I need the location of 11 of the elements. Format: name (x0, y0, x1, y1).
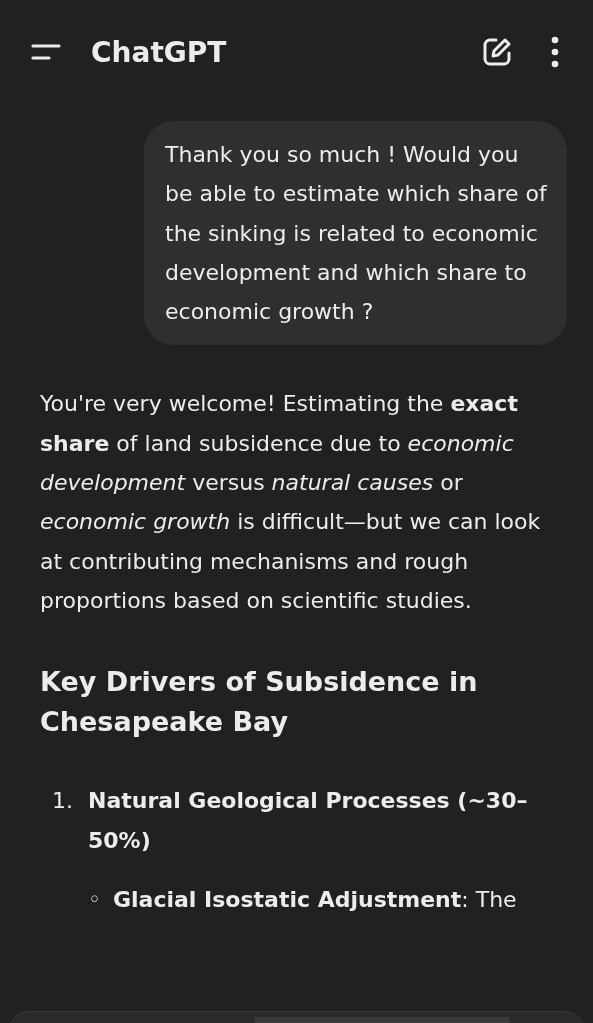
user-message: Thank you so much ! Would you be able to estimate which share of the sinking is related to economic development and which share to economic growth ? (144, 121, 567, 346)
answer-heading: Key Drivers of Subsidence in Chesapeake Bay (40, 665, 479, 740)
edit-icon[interactable] (481, 36, 513, 68)
app-title: ChatGPT (91, 35, 227, 69)
menu-icon[interactable] (31, 42, 61, 62)
answer-paragraph: You're very welcome! Estimating the exact share of land subsidence due to economic development versus natural causes or economic growth is difficult—but we can look at contributing mechanisms and rough proportions based on scientific studies. (40, 390, 542, 615)
bullet-mark: ◦ (88, 885, 101, 914)
more-options-icon[interactable] (551, 36, 559, 68)
list-item-title: Natural Geological Processes (~30–50%) (88, 787, 529, 855)
list-number: 1. (52, 787, 74, 816)
list-item-text: Glacial Isostatic Adjustment: The (113, 885, 517, 914)
